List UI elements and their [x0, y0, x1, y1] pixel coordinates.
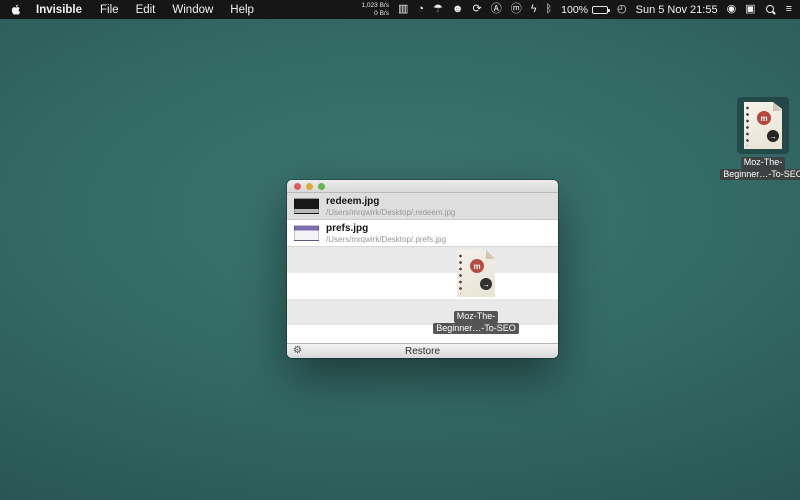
drag-ghost[interactable]: m → Moz-The- Beginner…-To-SEO — [434, 250, 518, 334]
desktop-icon-moz[interactable]: m → Moz-The- Beginner…-To-SEO — [722, 97, 800, 180]
net-up-value: 1,023 B/s — [362, 2, 389, 10]
file-name: prefs.jpg — [326, 223, 446, 235]
spiral-binding-icon — [458, 253, 463, 294]
apple-menu[interactable] — [10, 3, 22, 17]
circled-m-icon[interactable]: ⓜ — [511, 0, 522, 19]
menu-help[interactable]: Help — [230, 4, 254, 16]
file-path: /Users/mrqwirk/Desktop/.redeem.jpg — [326, 208, 455, 217]
page-fold — [773, 102, 782, 111]
prefs-thumbnail — [294, 225, 319, 241]
file-text: redeem.jpg /Users/mrqwirk/Desktop/.redee… — [326, 196, 455, 217]
document-icon: m → — [744, 102, 782, 149]
label-line-1: Moz-The- — [741, 157, 786, 169]
file-path: /Users/mrqwirk/Desktop/.prefs.jpg — [326, 235, 446, 244]
menu-bar: Invisible File Edit Window Help 1,023 B/… — [0, 0, 800, 19]
sync-icon[interactable]: ⟳ — [472, 0, 481, 19]
label-line-1: Moz-The- — [454, 311, 499, 323]
timer-icon[interactable]: ◔ — [417, 0, 424, 19]
net-down-value: 0 B/s — [374, 10, 389, 18]
redeem-thumbnail — [294, 198, 319, 214]
page-fold — [486, 250, 495, 259]
network-speed-indicator[interactable]: 1,023 B/s 0 B/s — [362, 2, 389, 17]
icon-selection-highlight: m → — [737, 97, 789, 154]
window-toolbar: ⚙ Restore — [287, 343, 558, 358]
menu-edit[interactable]: Edit — [136, 4, 156, 16]
minimize-button[interactable] — [306, 183, 313, 190]
window-titlebar[interactable] — [287, 180, 558, 193]
display-icon[interactable]: ▣ — [745, 0, 755, 19]
file-name: redeem.jpg — [326, 196, 455, 208]
menu-window[interactable]: Window — [172, 4, 213, 16]
desktop-icon-label: Moz-The- Beginner…-To-SEO — [720, 157, 800, 180]
bars-icon[interactable]: ▥ — [398, 0, 408, 19]
label-line-2: Beginner…-To-SEO — [720, 169, 800, 181]
file-row-prefs[interactable]: prefs.jpg /Users/mrqwirk/Desktop/.prefs.… — [287, 220, 558, 247]
bluetooth-icon[interactable]: ᛒ — [546, 0, 553, 19]
circled-a-icon[interactable]: Ⓐ — [491, 0, 502, 19]
search-icon[interactable] — [765, 4, 777, 16]
bolt-icon[interactable]: ϟ — [531, 0, 537, 19]
menu-file[interactable]: File — [100, 4, 119, 16]
arrow-badge-icon: → — [480, 278, 492, 290]
menu-bar-left: Invisible File Edit Window Help — [0, 3, 271, 17]
umbrella-icon[interactable]: ☂ — [433, 0, 443, 19]
app-menu-title[interactable]: Invisible — [36, 4, 82, 16]
notification-center-icon[interactable]: ≡ — [786, 0, 792, 19]
apple-icon — [10, 3, 22, 17]
user-icon[interactable]: ☻ — [452, 0, 464, 19]
moz-badge-icon: m — [470, 259, 484, 273]
battery-icon — [592, 6, 608, 14]
arrow-badge-icon: → — [767, 130, 779, 142]
menu-bar-status: 1,023 B/s 0 B/s ▥ ◔ ☂ ☻ ⟳ Ⓐ ⓜ ϟ ᛒ 100% ◴… — [362, 0, 800, 19]
restore-button[interactable]: Restore — [287, 346, 558, 357]
file-row-redeem[interactable]: redeem.jpg /Users/mrqwirk/Desktop/.redee… — [287, 193, 558, 220]
spiral-binding-icon — [745, 105, 750, 146]
file-text: prefs.jpg /Users/mrqwirk/Desktop/.prefs.… — [326, 223, 446, 244]
drag-ghost-label: Moz-The- Beginner…-To-SEO — [433, 311, 519, 334]
zoom-button[interactable] — [318, 183, 325, 190]
gear-icon[interactable]: ⚙ — [293, 344, 302, 358]
history-icon[interactable]: ◴ — [617, 0, 627, 19]
menu-clock[interactable]: Sun 5 Nov 21:55 — [636, 4, 718, 16]
close-button[interactable] — [294, 183, 301, 190]
siri-icon[interactable]: ◉ — [727, 0, 737, 19]
document-icon: m → — [457, 250, 495, 297]
moz-badge-icon: m — [757, 111, 771, 125]
battery-status[interactable]: 100% — [561, 4, 608, 16]
label-line-2: Beginner…-To-SEO — [433, 323, 519, 335]
battery-percent: 100% — [561, 4, 588, 16]
